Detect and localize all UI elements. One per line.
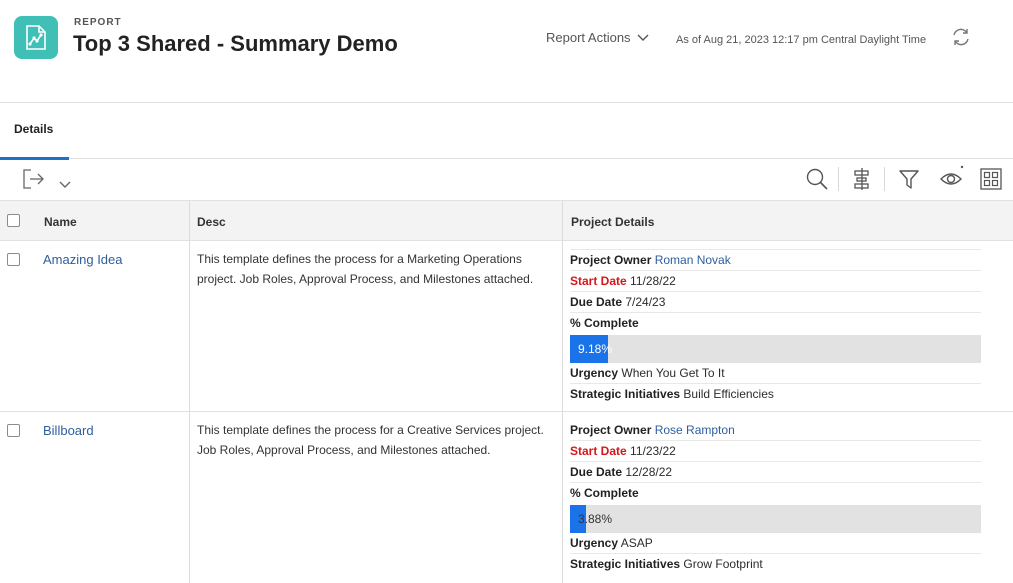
select-all-checkbox[interactable] (7, 214, 20, 227)
export-button[interactable] (22, 168, 46, 195)
report-kicker: REPORT (74, 17, 122, 28)
tab-details-label: Details (14, 122, 54, 136)
due-date-value: 12/28/22 (625, 465, 673, 479)
percent-complete-label: % Complete (570, 316, 639, 330)
start-date-line: Start Date 11/28/22 (570, 271, 981, 292)
report-actions-button[interactable]: Report Actions (546, 30, 649, 45)
filter-button[interactable] (898, 168, 920, 195)
column-divider (189, 412, 190, 583)
column-divider[interactable] (562, 201, 563, 242)
progress-text: 9.18% (578, 342, 613, 356)
start-date-label: Start Date (570, 274, 627, 288)
due-date-label: Due Date (570, 295, 623, 309)
progress-text: 3.88% (578, 512, 613, 526)
column-divider (562, 241, 563, 412)
row-checkbox[interactable] (7, 424, 20, 437)
project-owner-label: Project Owner (570, 423, 652, 437)
report-actions-label: Report Actions (546, 30, 631, 45)
toolbar (0, 159, 1013, 200)
progress-bar: 3.88% (570, 505, 981, 533)
report-table: Name Desc Project Details Amazing Idea T… (0, 200, 1013, 583)
grid-layout-icon (980, 168, 1002, 190)
urgency-value: When You Get To It (621, 366, 725, 380)
column-header-project-details[interactable]: Project Details (571, 215, 654, 229)
search-icon (806, 168, 828, 190)
tab-bar: Details (0, 103, 1013, 160)
row-checkbox[interactable] (7, 253, 20, 266)
project-description: This template defines the process for a … (197, 423, 544, 457)
toolbar-divider (838, 167, 839, 191)
report-icon (14, 16, 58, 59)
refresh-icon (953, 28, 969, 46)
column-divider (562, 412, 563, 583)
view-icon (940, 165, 964, 185)
export-dropdown-button[interactable] (59, 176, 71, 194)
chevron-down-icon (637, 34, 649, 41)
due-date-line: Due Date 7/24/23 (570, 292, 981, 313)
strategic-initiatives-label: Strategic Initiatives (570, 557, 681, 571)
start-date-label: Start Date (570, 444, 627, 458)
table-header: Name Desc Project Details (0, 200, 1013, 242)
urgency-value: ASAP (620, 536, 653, 550)
column-header-desc[interactable]: Desc (197, 215, 226, 229)
percent-complete-label: % Complete (570, 486, 639, 500)
filter-icon (899, 170, 919, 189)
report-header: REPORT Top 3 Shared - Summary Demo Repor… (0, 0, 1013, 103)
project-name-link[interactable]: Amazing Idea (43, 252, 123, 267)
due-date-value: 7/24/23 (625, 295, 666, 309)
chevron-down-icon (59, 181, 71, 188)
percent-complete-line: % Complete (570, 313, 981, 334)
page-title: Top 3 Shared - Summary Demo (73, 31, 398, 56)
grouping-button[interactable] (852, 168, 872, 195)
project-details: Project Owner Roman Novak Start Date 11/… (570, 249, 981, 405)
urgency-line: Urgency When You Get To It (570, 363, 981, 384)
project-name-link[interactable]: Billboard (43, 423, 94, 438)
column-header-name[interactable]: Name (44, 215, 77, 229)
strategic-initiatives-label: Strategic Initiatives (570, 387, 681, 401)
percent-complete-line: % Complete (570, 483, 981, 504)
due-date-label: Due Date (570, 465, 623, 479)
strategic-initiatives-line: Strategic Initiatives Grow Footprint (570, 554, 981, 575)
layout-button[interactable] (980, 168, 1002, 195)
urgency-label: Urgency (570, 536, 619, 550)
start-date-value: 11/23/22 (630, 444, 676, 458)
strategic-initiatives-line: Strategic Initiatives Build Efficiencies (570, 384, 981, 405)
refresh-button[interactable] (950, 27, 972, 52)
search-button[interactable] (806, 168, 828, 195)
strategic-initiatives-value: Grow Footprint (683, 557, 763, 571)
export-icon (23, 169, 44, 189)
urgency-line: Urgency ASAP (570, 533, 981, 554)
project-owner-line: Project Owner Roman Novak (570, 250, 981, 271)
view-button[interactable] (939, 165, 965, 194)
column-divider (189, 241, 190, 412)
project-owner-link[interactable]: Rose Rampton (655, 423, 735, 437)
start-date-value: 11/28/22 (630, 274, 676, 288)
project-owner-label: Project Owner (570, 253, 652, 267)
tab-details[interactable]: Details (0, 103, 69, 160)
strategic-initiatives-value: Build Efficiencies (683, 387, 774, 401)
project-description: This template defines the process for a … (197, 252, 534, 286)
as-of-timestamp: As of Aug 21, 2023 12:17 pm Central Dayl… (676, 34, 927, 46)
project-details: Project Owner Rose Rampton Start Date 11… (570, 420, 981, 575)
due-date-line: Due Date 12/28/22 (570, 462, 981, 483)
urgency-label: Urgency (570, 366, 619, 380)
project-owner-link[interactable]: Roman Novak (655, 253, 731, 267)
column-divider[interactable] (189, 201, 190, 242)
grouping-icon (854, 168, 869, 190)
toolbar-divider (884, 167, 885, 191)
table-row: Amazing Idea This template defines the p… (0, 241, 1013, 412)
project-owner-line: Project Owner Rose Rampton (570, 420, 981, 441)
start-date-line: Start Date 11/23/22 (570, 441, 981, 462)
table-row: Billboard This template defines the proc… (0, 412, 1013, 583)
progress-bar: 9.18% (570, 335, 981, 363)
